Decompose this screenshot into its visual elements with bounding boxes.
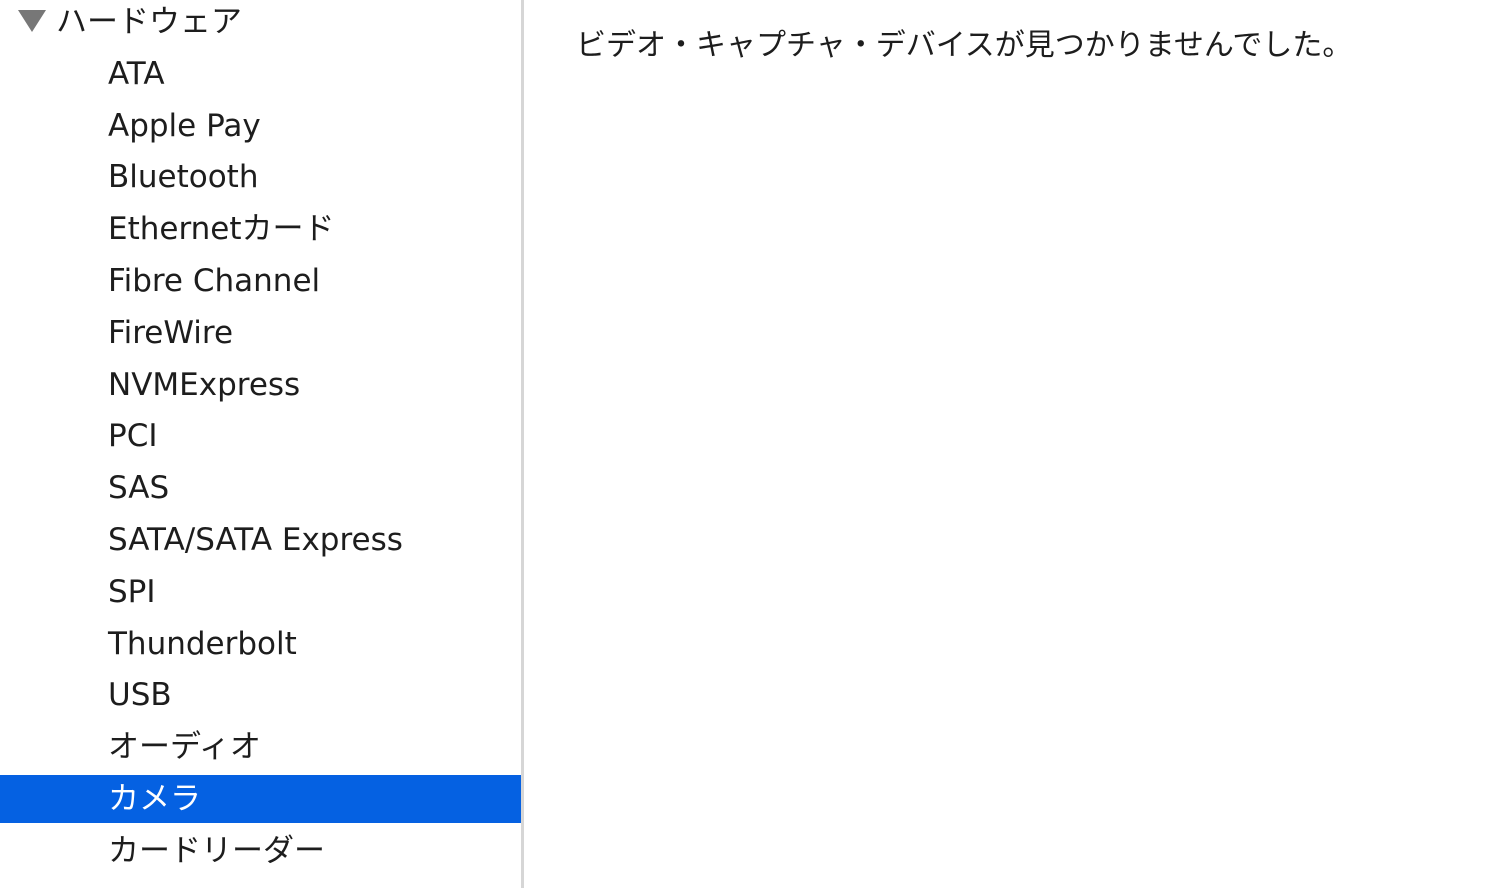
sidebar: ハードウェア ATA Apple Pay Bluetooth Ethernetカード F… [0, 0, 521, 888]
detail-pane: ビデオ・キャプチャ・デバイスが見つかりませんでした。 [524, 0, 1500, 888]
sidebar-item[interactable]: SAS [0, 464, 521, 512]
sidebar-item-label: カードリーダー [108, 832, 325, 869]
no-devices-message: ビデオ・キャプチャ・デバイスが見つかりませんでした。 [576, 28, 1353, 63]
section-label: ハードウェア [56, 4, 242, 40]
sidebar-item[interactable]: Bluetooth [0, 153, 521, 201]
sidebar-item[interactable]: カードリーダー [0, 827, 521, 875]
sidebar-item-label: SATA/SATA Express [108, 522, 403, 558]
sidebar-item-label: FireWire [108, 314, 234, 351]
sidebar-section-hardware[interactable]: ハードウェア [0, 0, 521, 46]
sidebar-item-label: Fibre Channel [108, 263, 321, 299]
sidebar-item[interactable]: Fibre Channel [0, 257, 521, 305]
sidebar-item[interactable]: SATA/SATA Express [0, 516, 521, 564]
sidebar-item-label: Thunderbolt [108, 625, 297, 662]
sidebar-item[interactable]: PCI [0, 412, 521, 460]
sidebar-item-label: Ethernetカード [108, 211, 335, 248]
sidebar-item-label: カメラ [108, 781, 201, 817]
sidebar-item[interactable]: カメラ [0, 775, 521, 823]
sidebar-item-label: ATA [108, 55, 165, 92]
disclosure-triangle-down-icon[interactable] [18, 10, 46, 32]
sidebar-item[interactable]: ATA [0, 50, 521, 98]
sidebar-item[interactable]: SPI [0, 568, 521, 616]
sidebar-item[interactable]: Ethernetカード [0, 205, 521, 253]
sidebar-item[interactable]: Apple Pay [0, 102, 521, 150]
sidebar-item-label: PCI [108, 418, 158, 455]
sidebar-item[interactable]: Thunderbolt [0, 620, 521, 668]
sidebar-item-label: SPI [108, 573, 156, 610]
sidebar-item-label: USB [108, 677, 172, 714]
sidebar-item-label: NVMExpress [108, 366, 301, 403]
sidebar-item[interactable]: USB [0, 671, 521, 719]
sidebar-item-label: Bluetooth [108, 159, 259, 196]
sidebar-item-label: SAS [108, 470, 170, 507]
sidebar-item-label: Apple Pay [108, 107, 261, 144]
sidebar-item[interactable]: オーディオ [0, 723, 521, 771]
sidebar-item[interactable]: NVMExpress [0, 361, 521, 409]
sidebar-item-label: オーディオ [108, 729, 261, 766]
sidebar-item[interactable]: FireWire [0, 309, 521, 357]
